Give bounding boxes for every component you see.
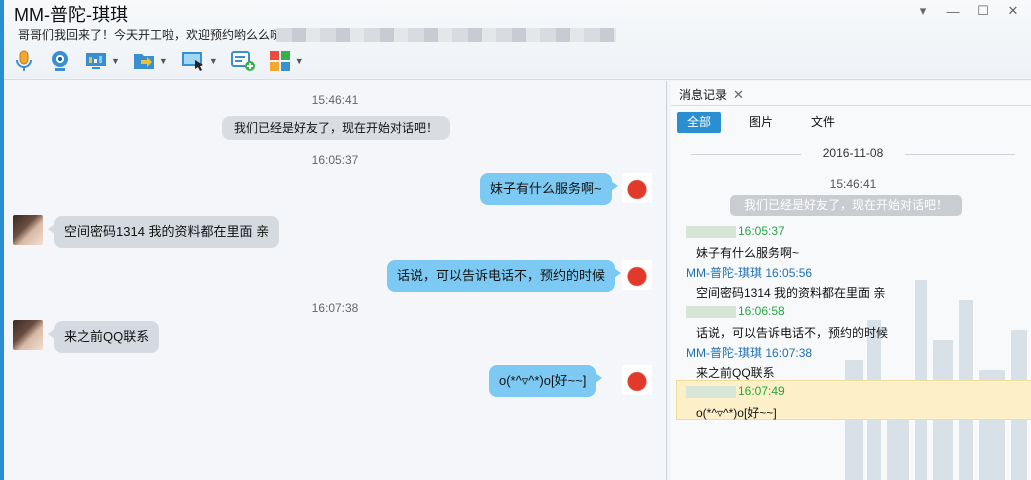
chevron-down-icon[interactable]: ▾ — [911, 2, 935, 20]
tab-label: 消息记录 — [679, 88, 728, 102]
send-file-button[interactable]: ▼ — [132, 49, 168, 73]
message-bubble-outgoing[interactable]: 妹子有什么服务啊~ — [480, 173, 618, 205]
avatar[interactable] — [622, 260, 652, 290]
close-icon[interactable]: ✕ — [1001, 2, 1025, 20]
video-call-button[interactable] — [48, 49, 72, 73]
city-skyline-background — [845, 280, 1027, 480]
history-entry-sender: MM-普陀-琪琪 — [686, 346, 762, 360]
history-entry-text[interactable]: 空间密码1314 我的资料都在里面 亲 — [696, 284, 885, 301]
history-system-message: 我们已经是好友了，现在开始对话吧！ — [730, 195, 962, 216]
contact-name[interactable]: MM-普陀-琪琪 — [14, 1, 128, 27]
minimize-icon[interactable]: — — [941, 2, 965, 20]
message-plus-icon — [230, 51, 255, 71]
message-bubble-outgoing[interactable]: 话说，可以告诉电话不，预约的时候 — [387, 260, 622, 292]
history-entry-header[interactable]: 16:07:49 — [686, 384, 785, 398]
date-label: 2016-11-08 — [822, 146, 884, 160]
filter-images[interactable]: 图片 — [739, 112, 783, 133]
avatar[interactable] — [622, 365, 652, 395]
contact-signature: 哥哥们我回来了！今天开工啦，欢迎预约哟么么哒 — [18, 28, 283, 42]
timestamp: 16:07:38 — [311, 301, 359, 315]
history-entry-header[interactable]: MM-普陀-琪琪 16:07:38 — [686, 344, 812, 361]
history-entry-time: 16:06:58 — [738, 304, 785, 318]
folder-icon — [133, 54, 154, 69]
history-entry-time: 16:07:49 — [738, 384, 785, 398]
history-entry-header[interactable]: 16:05:37 — [686, 224, 785, 238]
monitor-icon — [86, 53, 106, 69]
filter-files[interactable]: 文件 — [801, 112, 845, 133]
message-bubble-outgoing[interactable]: o(*^▿^*)o[好~~] — [489, 365, 603, 397]
new-message-button[interactable] — [230, 49, 256, 73]
date-header: 2016-11-08 — [671, 146, 1031, 160]
webcam-icon — [52, 51, 68, 71]
avatar[interactable] — [13, 320, 43, 350]
history-filters: 全部 图片 文件 — [677, 112, 845, 133]
chat-window: MM-普陀-琪琪 哥哥们我回来了！今天开工啦，欢迎预约哟么么哒 ▾ — ☐ ✕ … — [0, 0, 1031, 480]
filter-all[interactable]: 全部 — [677, 112, 722, 133]
screen-share-icon — [181, 52, 203, 71]
redacted-area — [276, 28, 616, 42]
avatar[interactable] — [622, 173, 652, 203]
message-history-pane: 消息记录 ✕ 全部 图片 文件 2016-11-08 15:46:41 我们已经… — [671, 81, 1031, 480]
microphone-icon — [16, 50, 32, 71]
chevron-down-icon[interactable]: ▼ — [159, 56, 168, 66]
history-entry-header[interactable]: 16:06:58 — [686, 304, 785, 318]
avatar[interactable] — [13, 215, 43, 245]
timestamp: 15:46:41 — [311, 93, 359, 107]
chevron-down-icon[interactable]: ▼ — [111, 56, 120, 66]
history-entry-text[interactable]: 妹子有什么服务啊~ — [696, 244, 799, 261]
chevron-down-icon[interactable]: ▼ — [209, 56, 218, 66]
history-entry-text[interactable]: o(*^▿^*)o[好~~] — [696, 404, 777, 421]
chat-pane[interactable]: 15:46:41 我们已经是好友了，现在开始对话吧！ 16:05:37 妹子有什… — [4, 81, 666, 480]
history-entry-time: 16:05:56 — [765, 266, 813, 280]
timestamp: 16:05:37 — [311, 153, 359, 167]
message-bubble-incoming[interactable]: 空间密码1314 我的资料都在里面 亲 — [47, 216, 280, 248]
history-entry-sender: MM-普陀-琪琪 — [686, 266, 762, 280]
system-message: 我们已经是好友了，现在开始对话吧！ — [222, 116, 451, 140]
toolbar: ▼ ▼ ▼ ▼ — [12, 48, 316, 74]
message-bubble-incoming[interactable]: 来之前QQ联系 — [47, 321, 160, 353]
history-entry-header[interactable]: MM-普陀-琪琪 16:05:56 — [686, 264, 812, 281]
history-timestamp: 15:46:41 — [829, 177, 877, 191]
pane-divider[interactable] — [666, 81, 667, 480]
window-header: MM-普陀-琪琪 哥哥们我回来了！今天开工啦，欢迎预约哟么么哒 ▾ — ☐ ✕ … — [4, 0, 1031, 80]
close-icon[interactable]: ✕ — [733, 87, 744, 103]
redacted-sender — [686, 225, 736, 238]
voice-call-button[interactable] — [12, 49, 36, 73]
screen-share-button[interactable]: ▼ — [180, 49, 218, 73]
divider — [671, 105, 1031, 106]
history-entry-text[interactable]: 话说，可以告诉电话不，预约的时候 — [696, 324, 888, 341]
tab-message-history[interactable]: 消息记录 ✕ — [679, 86, 744, 103]
history-entry-time: 16:05:37 — [738, 224, 785, 238]
remote-desktop-button[interactable]: ▼ — [84, 49, 120, 73]
chevron-down-icon[interactable]: ▼ — [295, 56, 304, 66]
window-controls: ▾ — ☐ ✕ — [911, 2, 1025, 20]
maximize-icon[interactable]: ☐ — [971, 2, 995, 20]
apps-grid-icon — [269, 51, 290, 71]
apps-button[interactable]: ▼ — [268, 49, 304, 73]
history-entry-time: 16:07:38 — [765, 346, 813, 360]
redacted-sender — [686, 385, 736, 398]
redacted-sender — [686, 305, 736, 318]
history-entry-text[interactable]: 来之前QQ联系 — [696, 364, 775, 381]
